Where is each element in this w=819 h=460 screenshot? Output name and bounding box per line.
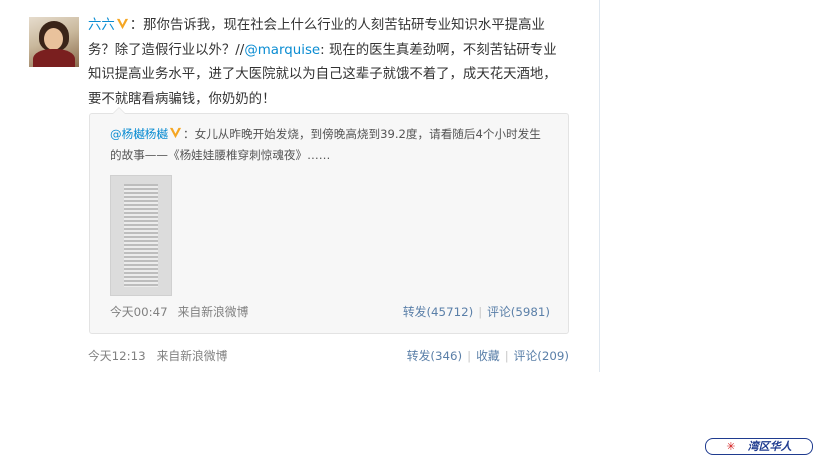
watermark-logo: ✳ 湾区华人 [705, 438, 813, 455]
watermark-star-icon: ✳ [726, 440, 736, 453]
repost-meta: 今天00:47 来自新浪微博 [110, 303, 248, 320]
post-time-link[interactable]: 今天12:13 [88, 349, 146, 363]
post-meta: 今天12:13 来自新浪微博 [88, 347, 227, 364]
action-separator: | [478, 305, 483, 319]
thumbnail-image[interactable] [110, 175, 172, 296]
comment-button[interactable]: 评论(209) [514, 349, 569, 363]
verified-v-icon [116, 18, 128, 30]
verified-v-icon [169, 127, 182, 139]
action-separator: | [467, 349, 472, 363]
post-actions: 转发(346) | 收藏 | 评论(209) [407, 347, 569, 364]
timeline-divider [599, 0, 600, 372]
repost-content: @杨樾杨樾 ：女儿从昨晚开始发烧，到傍晚高烧到39.2度，请看随后4个小时发生的故… [110, 124, 550, 166]
post-source-link[interactable]: 来自新浪微博 [157, 349, 228, 363]
action-separator: | [504, 349, 509, 363]
avatar[interactable] [29, 17, 79, 67]
author-colon: ： [129, 18, 144, 33]
repost-time-link[interactable]: 今天00:47 [110, 305, 168, 319]
post-content: 六六 ：那你告诉我，现在社会上什么行业的人刻苦钻研专业知识水平提高业务？除了造假行… [88, 14, 568, 112]
repost-author-link[interactable]: @杨樾杨樾 [110, 127, 168, 141]
forward-button[interactable]: 转发(346) [407, 349, 462, 363]
watermark-text: 湾区华人 [747, 440, 792, 453]
repost-actions: 转发(45712) | 评论(5981) [403, 303, 550, 320]
repost-source-link[interactable]: 来自新浪微博 [178, 305, 249, 319]
post-author-link[interactable]: 六六 [88, 18, 115, 33]
mention-link[interactable]: @marquise [244, 43, 320, 58]
repost-comment-button[interactable]: 评论(5981) [487, 305, 550, 319]
favorite-button[interactable]: 收藏 [476, 349, 500, 363]
repost-forward-button[interactable]: 转发(45712) [403, 305, 473, 319]
repost-box: @杨樾杨樾 ：女儿从昨晚开始发烧，到傍晚高烧到39.2度，请看随后4个小时发生的故… [89, 107, 569, 334]
repost-author-colon: ： [182, 127, 195, 141]
